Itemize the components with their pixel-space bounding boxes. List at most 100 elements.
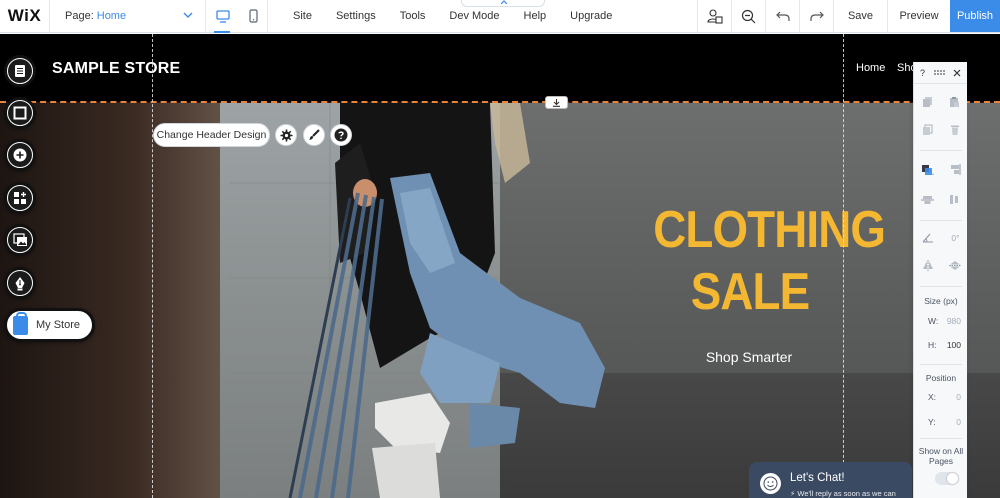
editor-canvas[interactable]: SAMPLE STORE Home Sho CLOTHING SALE Shop… [0, 34, 1000, 498]
menu-help[interactable]: Help [524, 10, 547, 22]
close-icon[interactable] [953, 69, 961, 77]
width-value[interactable]: 980 [937, 316, 961, 326]
zoom-out-icon[interactable] [731, 0, 765, 32]
x-label: X: [928, 392, 937, 402]
save-button[interactable]: Save [833, 0, 887, 32]
design-button[interactable] [303, 124, 325, 146]
chat-smiley-icon [760, 473, 781, 494]
preview-button[interactable]: Preview [887, 0, 950, 32]
align-center-icon[interactable] [921, 194, 934, 206]
menu-upgrade[interactable]: Upgrade [570, 10, 612, 22]
settings-button[interactable] [275, 124, 297, 146]
inspector-row-copy [914, 96, 968, 108]
my-store-label: My Store [36, 319, 81, 331]
rotate-angle-icon[interactable] [922, 232, 934, 243]
menu-tools[interactable]: Tools [400, 10, 426, 22]
device-switcher [206, 0, 268, 33]
show-on-all-pages-toggle[interactable] [935, 472, 959, 485]
redo-icon[interactable] [799, 0, 833, 32]
chat-title: Let's Chat! [790, 472, 845, 484]
x-value[interactable]: 0 [937, 392, 961, 402]
brush-icon [309, 129, 320, 140]
inspector-row-align [914, 194, 968, 206]
toolbar-icons: Save Preview Publish [697, 0, 1000, 32]
paste-icon[interactable] [949, 96, 960, 108]
copy-icon[interactable] [922, 96, 933, 108]
hero-subtitle[interactable]: Shop Smarter [670, 349, 828, 365]
chat-widget[interactable]: Let's Chat! ⚡ We'll reply as soon as we … [749, 462, 912, 498]
account-icon[interactable] [697, 0, 731, 32]
inspector-separator [920, 220, 962, 221]
background-button[interactable] [4, 97, 36, 129]
menu-site[interactable]: Site [293, 10, 312, 22]
y-value[interactable]: 0 [937, 417, 961, 427]
inspector-help-icon[interactable]: ? [920, 68, 925, 78]
size-section-label: Size (px) [924, 296, 958, 306]
page-selector[interactable]: Page: Home [50, 0, 206, 32]
page-selector-value: Home [96, 10, 127, 22]
site-header[interactable]: SAMPLE STORE Home Sho [0, 34, 1000, 102]
inspector-separator [920, 364, 962, 365]
inspector-header: ? [914, 62, 967, 84]
hero-title[interactable]: CLOTHING SALE [653, 199, 886, 323]
rotation-value[interactable]: 0° [951, 233, 959, 243]
site-store-name[interactable]: SAMPLE STORE [52, 60, 180, 78]
plus-icon [13, 148, 27, 162]
lightning-icon: ⚡ [790, 489, 796, 498]
wix-logo[interactable]: WiX [0, 0, 50, 32]
chat-subtitle-text: We'll reply as soon as we can [797, 489, 896, 498]
undo-icon[interactable] [765, 0, 799, 32]
gear-icon [280, 129, 292, 141]
trash-icon[interactable] [950, 124, 960, 136]
show-on-all-pages-label: Show on All Pages [918, 446, 964, 466]
add-apps-button[interactable] [4, 182, 36, 214]
inspector-row-rotate: 0° [914, 232, 968, 243]
menu-dev-mode[interactable]: Dev Mode [449, 10, 499, 22]
gridline-right [843, 34, 844, 498]
distribute-icon[interactable] [948, 194, 961, 206]
apps-icon [14, 192, 26, 204]
change-header-design-button[interactable]: Change Header Design [153, 123, 270, 147]
chevron-down-icon [183, 12, 193, 18]
download-icon [553, 98, 560, 107]
pen-nib-icon [15, 276, 25, 290]
help-icon [334, 128, 348, 142]
drag-handle-icon[interactable] [933, 70, 945, 75]
blog-button[interactable] [4, 267, 36, 299]
hero-title-line1: CLOTHING [653, 201, 886, 259]
hero-title-line2: SALE [690, 263, 810, 321]
menu-settings[interactable]: Settings [336, 10, 376, 22]
height-value[interactable]: 100 [937, 340, 961, 350]
inspector-separator [920, 286, 962, 287]
section-anchor-tab[interactable] [545, 96, 568, 109]
duplicate-icon[interactable] [922, 124, 933, 136]
media-icon [12, 233, 27, 246]
mobile-icon[interactable] [248, 9, 258, 23]
flip-horizontal-icon[interactable] [922, 260, 934, 271]
inspector-panel: ? 0° Size (px) W: 980 H: 100 Position X:… [913, 62, 967, 498]
position-section-label: Position [925, 373, 957, 383]
inspector-separator [920, 438, 962, 439]
help-button[interactable] [330, 124, 352, 146]
active-device-indicator [214, 31, 230, 33]
site-nav-home[interactable]: Home [856, 62, 885, 74]
hero-strip[interactable] [0, 103, 1000, 498]
desktop-icon[interactable] [215, 9, 230, 23]
top-bar-collapse-handle[interactable] [461, 0, 545, 7]
y-label: Y: [928, 417, 936, 427]
inspector-row-duplicate [914, 124, 968, 136]
page-selector-label: Page: [65, 10, 94, 22]
publish-button[interactable]: Publish [950, 0, 1000, 32]
inspector-row-arrange [914, 164, 968, 176]
align-right-icon[interactable] [948, 164, 961, 176]
inspector-row-flip [914, 260, 968, 271]
bring-forward-icon[interactable] [921, 164, 934, 176]
pages-icon [15, 65, 25, 77]
media-button[interactable] [4, 224, 36, 256]
hero-photo-figure [230, 103, 605, 498]
background-icon [13, 106, 27, 120]
flip-vertical-icon[interactable] [948, 260, 961, 271]
pages-menu-button[interactable] [4, 55, 36, 87]
add-button[interactable] [4, 139, 36, 171]
my-store-button[interactable]: My Store [4, 308, 95, 342]
